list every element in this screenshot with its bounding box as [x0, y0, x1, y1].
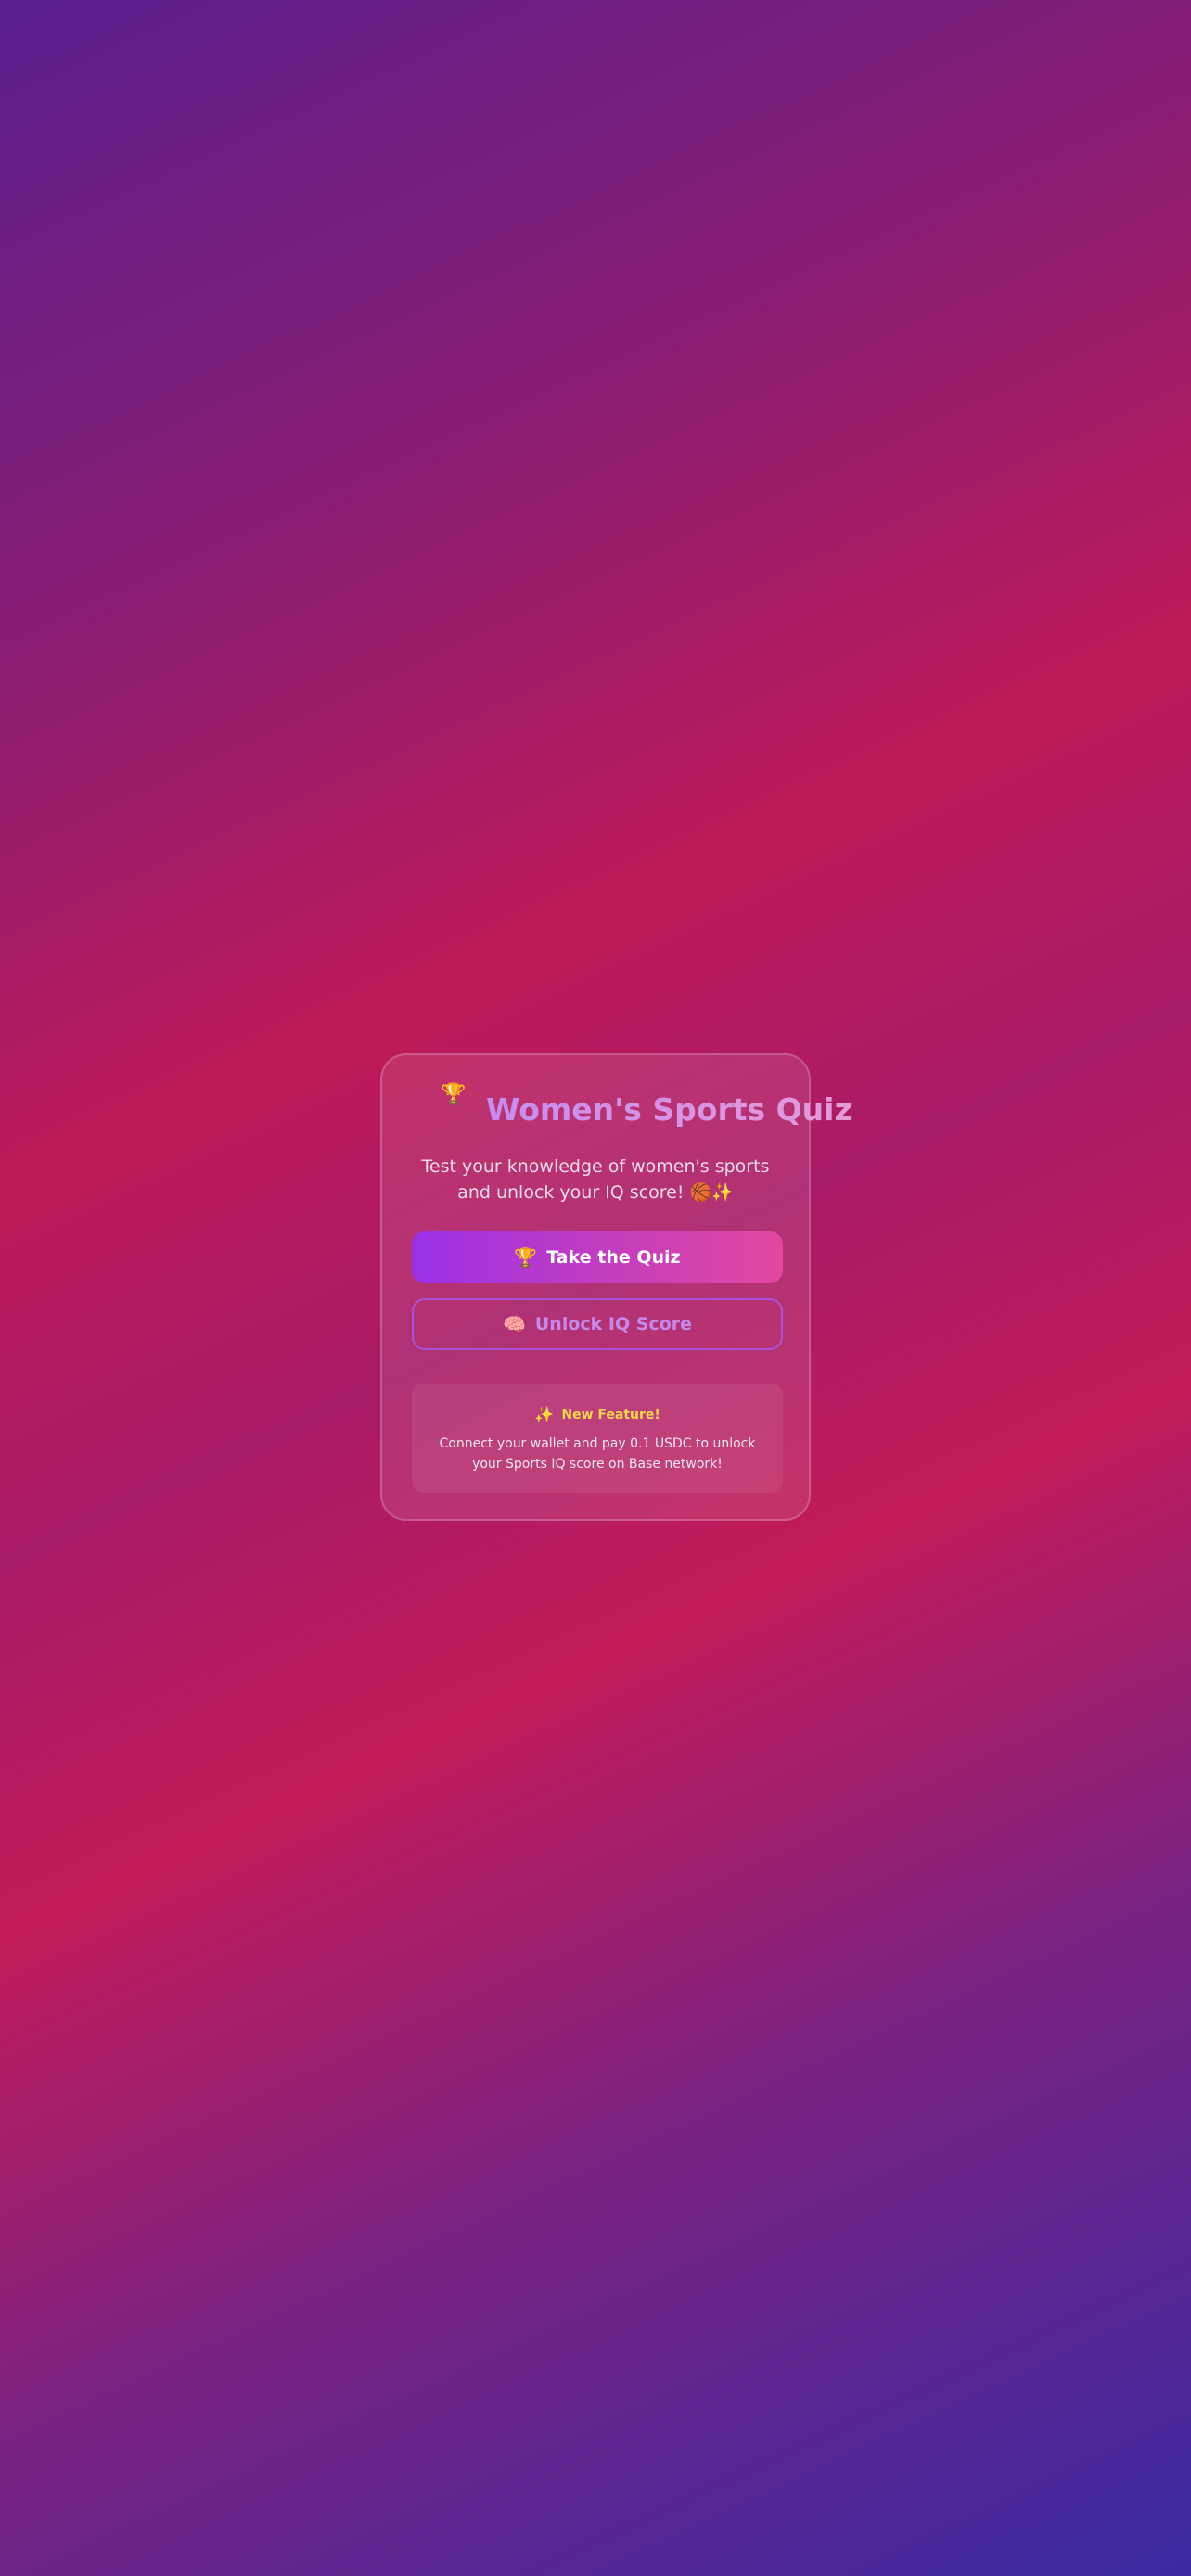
- title-row: 🏆 Women's Sports Quiz: [382, 1083, 852, 1139]
- take-quiz-button[interactable]: 🏆 Take the Quiz: [412, 1231, 783, 1283]
- feature-title: New Feature!: [561, 1408, 660, 1422]
- feature-description: Connect your wallet and pay 0.1 USDC to …: [439, 1436, 756, 1472]
- take-quiz-label: Take the Quiz: [546, 1247, 681, 1268]
- feature-header: ✨ New Feature!: [412, 1406, 783, 1424]
- page-title: Women's Sports Quiz: [486, 1091, 852, 1128]
- unlock-iq-button[interactable]: 🧠 Unlock IQ Score: [412, 1298, 783, 1350]
- quiz-card: 🏆 Women's Sports Quiz Test your knowledg…: [380, 1053, 852, 1521]
- quiz-subtitle: Test your knowledge of women's sports an…: [421, 1156, 770, 1203]
- trophy-icon: 🏆: [441, 1083, 467, 1106]
- unlock-iq-label: Unlock IQ Score: [534, 1314, 693, 1334]
- new-feature-box: ✨ New Feature! Connect your wallet and p…: [412, 1384, 783, 1493]
- sparkles-icon: ✨: [534, 1405, 555, 1424]
- trophy-icon: 🏆: [514, 1246, 538, 1269]
- brain-icon: 🧠: [502, 1313, 526, 1335]
